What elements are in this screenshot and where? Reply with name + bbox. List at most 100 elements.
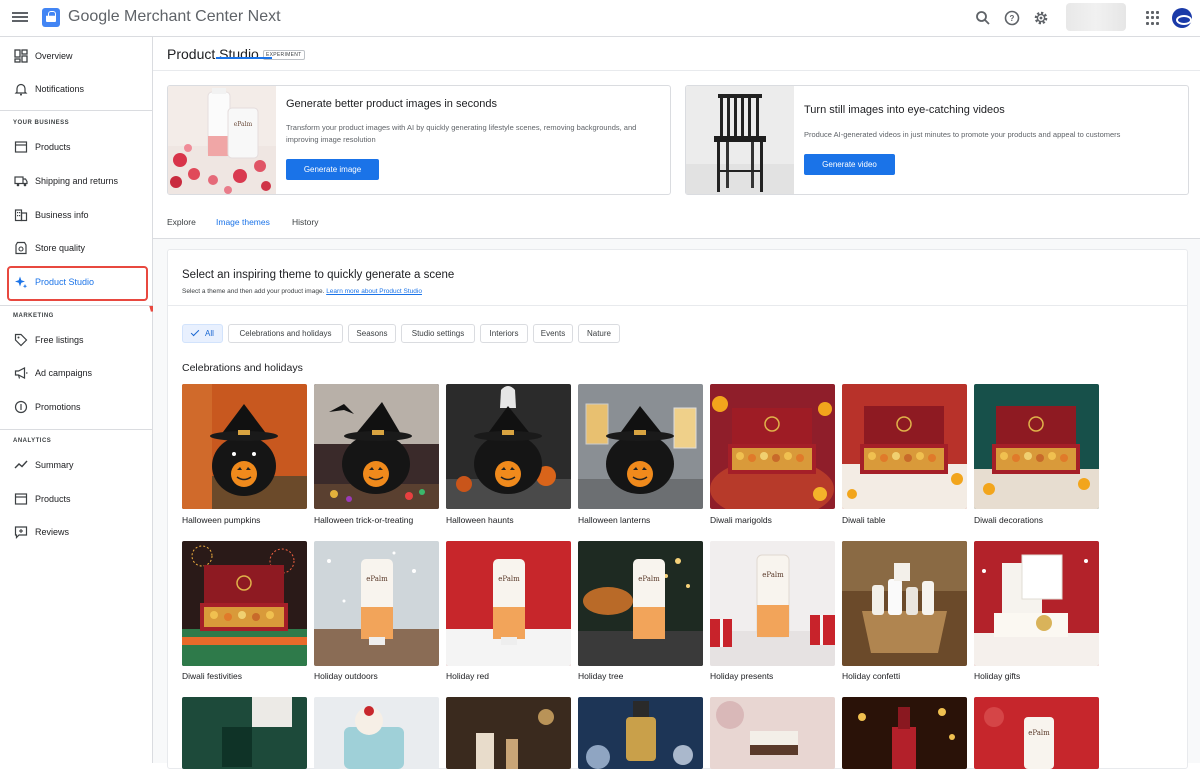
sidebar-item-store-quality[interactable]: Store quality — [0, 232, 152, 264]
page-title: Product Studio — [167, 46, 259, 62]
theme-halloween-trick-or-treating[interactable] — [314, 384, 439, 509]
learn-more-link[interactable]: Learn more about Product Studio — [326, 288, 422, 295]
sidebar-item-label: Shipping and returns — [35, 176, 119, 186]
svg-text:ePalm: ePalm — [234, 121, 253, 128]
megaphone-icon — [14, 367, 28, 379]
warm-interior-image — [446, 697, 571, 769]
theme-halloween-lanterns[interactable] — [578, 384, 703, 509]
settings-gear-icon[interactable] — [1032, 9, 1050, 27]
theme-tile[interactable] — [182, 697, 307, 769]
theme-tile[interactable] — [710, 697, 835, 769]
filter-chip-all[interactable]: All — [182, 324, 223, 343]
app-title: Google Merchant Center Next — [68, 8, 281, 25]
theme-halloween-pumpkins[interactable] — [182, 384, 307, 509]
filter-chip-studio-settings[interactable]: Studio settings — [401, 324, 475, 343]
theme-diwali-marigolds[interactable] — [710, 384, 835, 509]
cream-tube-image: ePalm — [578, 541, 703, 666]
filter-chip-events[interactable]: Events — [533, 324, 573, 343]
sidebar-item-label: Ad campaigns — [35, 368, 93, 378]
halloween-plush-image — [182, 384, 307, 509]
theme-diwali-festivities[interactable] — [182, 541, 307, 666]
theme-label: Diwali table — [842, 515, 886, 525]
cream-tube-image: ePalm — [314, 541, 439, 666]
svg-text:?: ? — [1010, 14, 1015, 23]
halloween-plush-image — [578, 384, 703, 509]
tab-image-themes[interactable]: Image themes — [216, 217, 270, 227]
store-badge-icon — [15, 241, 27, 255]
sidebar-item-analytics-products[interactable]: Products — [0, 483, 152, 515]
sidebar-item-label: Products — [35, 494, 71, 504]
theme-holiday-tree[interactable]: ePalm — [578, 541, 703, 666]
theme-holiday-red[interactable]: ePalm — [446, 541, 571, 666]
theme-label: Diwali decorations — [974, 515, 1043, 525]
generate-image-button[interactable]: Generate image — [286, 159, 379, 180]
tab-history[interactable]: History — [292, 217, 318, 227]
sidebar-item-shipping[interactable]: Shipping and returns — [0, 165, 152, 197]
theme-diwali-decorations[interactable] — [974, 384, 1099, 509]
apps-grid-icon[interactable] — [1146, 11, 1160, 25]
sidebar-item-notifications[interactable]: Notifications — [0, 73, 152, 105]
theme-label: Holiday red — [446, 671, 489, 681]
sidebar-item-label: Reviews — [35, 527, 70, 537]
account-chip[interactable] — [1066, 3, 1126, 31]
svg-text:ePalm: ePalm — [762, 571, 784, 579]
chocolate-dessert-image — [710, 697, 835, 769]
svg-text:ePalm: ePalm — [1028, 729, 1050, 737]
sidebar-divider — [0, 429, 152, 430]
cream-tube-promo-image: ePalm — [168, 86, 276, 194]
theme-label: Halloween pumpkins — [182, 515, 261, 525]
tab-explore[interactable]: Explore — [167, 217, 196, 227]
generate-image-card: ePalm Generate better product images in … — [167, 85, 671, 195]
filter-chip-nature[interactable]: Nature — [578, 324, 620, 343]
theme-label: Halloween haunts — [446, 515, 514, 525]
panel-divider — [168, 305, 1187, 306]
theme-holiday-confetti[interactable] — [842, 541, 967, 666]
filter-chip-celebrations[interactable]: Celebrations and holidays — [228, 324, 343, 343]
theme-holiday-presents[interactable]: ePalm — [710, 541, 835, 666]
sidebar-item-label: Notifications — [35, 84, 85, 94]
sidebar-item-label: Business info — [35, 210, 89, 220]
sidebar-item-label: Overview — [35, 51, 73, 61]
gift-basket-image — [842, 541, 967, 666]
menu-icon[interactable] — [12, 10, 28, 26]
generate-video-card: Turn still images into eye-catching vide… — [685, 85, 1189, 195]
search-icon[interactable] — [974, 9, 992, 27]
main-content: Product Studio EXPERIMENT ePalm Generate… — [153, 37, 1200, 769]
bell-icon — [14, 83, 28, 96]
theme-halloween-haunts[interactable] — [446, 384, 571, 509]
sidebar-item-products[interactable]: Products — [0, 131, 152, 163]
theme-tile[interactable] — [446, 697, 571, 769]
theme-tile[interactable] — [314, 697, 439, 769]
theme-holiday-gifts[interactable] — [974, 541, 1099, 666]
sidebar-item-free-listings[interactable]: Free listings — [0, 324, 152, 356]
theme-holiday-outdoors[interactable]: ePalm — [314, 541, 439, 666]
sidebar-item-label: Store quality — [35, 243, 86, 253]
trend-line-icon — [14, 460, 28, 469]
avatar[interactable] — [1172, 8, 1192, 28]
filter-chip-interiors[interactable]: Interiors — [480, 324, 528, 343]
promo-video-description: Produce AI-generated videos in just minu… — [804, 130, 1121, 139]
cream-tube-image: ePalm — [974, 697, 1099, 769]
theme-tile[interactable] — [842, 697, 967, 769]
help-icon[interactable]: ? — [1003, 9, 1021, 27]
truck-icon — [14, 176, 28, 187]
theme-tile[interactable]: ePalm — [974, 697, 1099, 769]
sidebar-item-ad-campaigns[interactable]: Ad campaigns — [0, 357, 152, 389]
chair-promo-image — [686, 86, 794, 194]
tag-icon — [14, 333, 28, 347]
sidebar-item-overview[interactable]: Overview — [0, 40, 152, 72]
sidebar-item-summary[interactable]: Summary — [0, 449, 152, 481]
theme-tile[interactable] — [578, 697, 703, 769]
theme-diwali-table[interactable] — [842, 384, 967, 509]
theme-label: Holiday outdoors — [314, 671, 378, 681]
promo-image-title: Generate better product images in second… — [286, 98, 497, 110]
generate-video-button[interactable]: Generate video — [804, 154, 895, 175]
themes-panel-title: Select an inspiring theme to quickly gen… — [182, 269, 455, 281]
sidebar-item-reviews[interactable]: Reviews — [0, 516, 152, 548]
cream-tube-image: ePalm — [710, 541, 835, 666]
sidebar-item-business-info[interactable]: Business info — [0, 199, 152, 231]
sidebar-item-promotions[interactable]: Promotions — [0, 391, 152, 423]
promo-image-description: Transform your product images with AI by… — [286, 123, 637, 144]
filter-chip-seasons[interactable]: Seasons — [348, 324, 396, 343]
promotion-badge-icon — [14, 400, 28, 414]
